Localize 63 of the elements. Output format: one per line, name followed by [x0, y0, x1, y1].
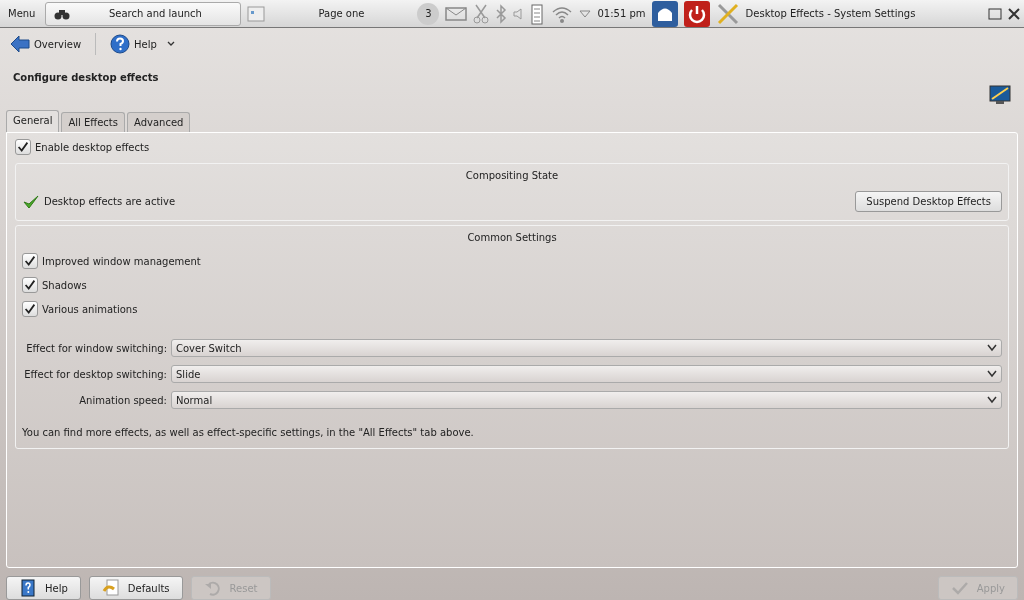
- binoculars-icon: [54, 7, 71, 20]
- document-arrow-icon: [101, 579, 120, 597]
- pager-icon[interactable]: [247, 5, 266, 22]
- checkbox[interactable]: [22, 301, 38, 317]
- maximize-icon[interactable]: [988, 7, 1002, 20]
- help-button[interactable]: Help: [6, 576, 81, 600]
- checkbox-label[interactable]: Enable desktop effects: [35, 139, 150, 155]
- dropdown-value: Normal: [176, 393, 213, 408]
- down-triangle-icon[interactable]: [579, 8, 592, 19]
- dropdown[interactable]: Cover Switch: [171, 339, 1002, 357]
- caret-icon: [987, 396, 997, 404]
- back-arrow-icon: [10, 35, 30, 53]
- checkbox[interactable]: [22, 277, 38, 293]
- tab[interactable]: All Effects: [61, 112, 125, 132]
- menu-button[interactable]: Menu: [4, 4, 40, 23]
- undo-icon: [203, 579, 222, 597]
- tab[interactable]: General: [6, 110, 60, 132]
- status-check-icon: [22, 193, 40, 210]
- dropdown-value: Slide: [176, 367, 201, 382]
- checkbox[interactable]: [22, 253, 38, 269]
- checkbox-label[interactable]: Various animations: [42, 301, 138, 317]
- defaults-button[interactable]: Defaults: [88, 576, 183, 600]
- search-launcher-label: Search and launch: [108, 7, 203, 21]
- book-icon: [19, 579, 37, 597]
- group-title: Common Settings: [466, 231, 558, 245]
- field-label: Effect for desktop switching:: [23, 367, 167, 382]
- overview-button[interactable]: Overview: [6, 33, 86, 55]
- bluetooth-icon[interactable]: [495, 3, 508, 24]
- dropdown[interactable]: Slide: [171, 365, 1002, 383]
- battery-icon[interactable]: [529, 2, 546, 25]
- hint-text: You can find more effects, as well as effect-specific settings, in the "All Effects" tab above.: [22, 426, 475, 440]
- dropdown-value: Cover Switch: [176, 341, 242, 356]
- pager-label[interactable]: Page one: [271, 6, 412, 21]
- checkbox-label[interactable]: Shadows: [42, 277, 87, 293]
- power-icon[interactable]: [683, 0, 710, 27]
- field-label: Animation speed:: [78, 393, 167, 408]
- scissors-icon[interactable]: [473, 3, 490, 24]
- caret-icon: [987, 344, 997, 352]
- help-button[interactable]: Help: [106, 32, 161, 56]
- page-heading: Configure desktop effects: [13, 71, 159, 85]
- tab[interactable]: Advanced: [127, 112, 191, 132]
- suspend-button[interactable]: Suspend Desktop Effects: [855, 191, 1002, 212]
- envelope-icon[interactable]: [445, 5, 468, 22]
- group-title: Compositing State: [464, 169, 560, 183]
- speaker-icon[interactable]: [513, 7, 524, 20]
- checkmark-icon: [23, 301, 37, 317]
- checkmark-icon: [23, 277, 37, 293]
- status-text: Desktop effects are active: [44, 195, 176, 209]
- caret-icon[interactable]: [166, 41, 175, 47]
- checkbox[interactable]: [15, 139, 31, 155]
- close-icon[interactable]: [1008, 7, 1020, 20]
- checkbox-label[interactable]: Improved window management: [42, 253, 201, 269]
- dropdown[interactable]: Normal: [171, 391, 1002, 409]
- checkmark-icon: [16, 139, 30, 155]
- caret-icon: [987, 370, 997, 378]
- monitor-icon: [989, 85, 1011, 105]
- help-icon: [110, 34, 131, 54]
- search-launcher[interactable]: Search and launch: [45, 1, 242, 26]
- checkmark-icon: [23, 253, 37, 269]
- field-label: Effect for window switching:: [25, 341, 167, 356]
- window-title: Desktop Effects - System Settings: [745, 7, 917, 21]
- notification-count[interactable]: 3: [417, 2, 440, 25]
- clock: 01:51 pm: [597, 7, 646, 21]
